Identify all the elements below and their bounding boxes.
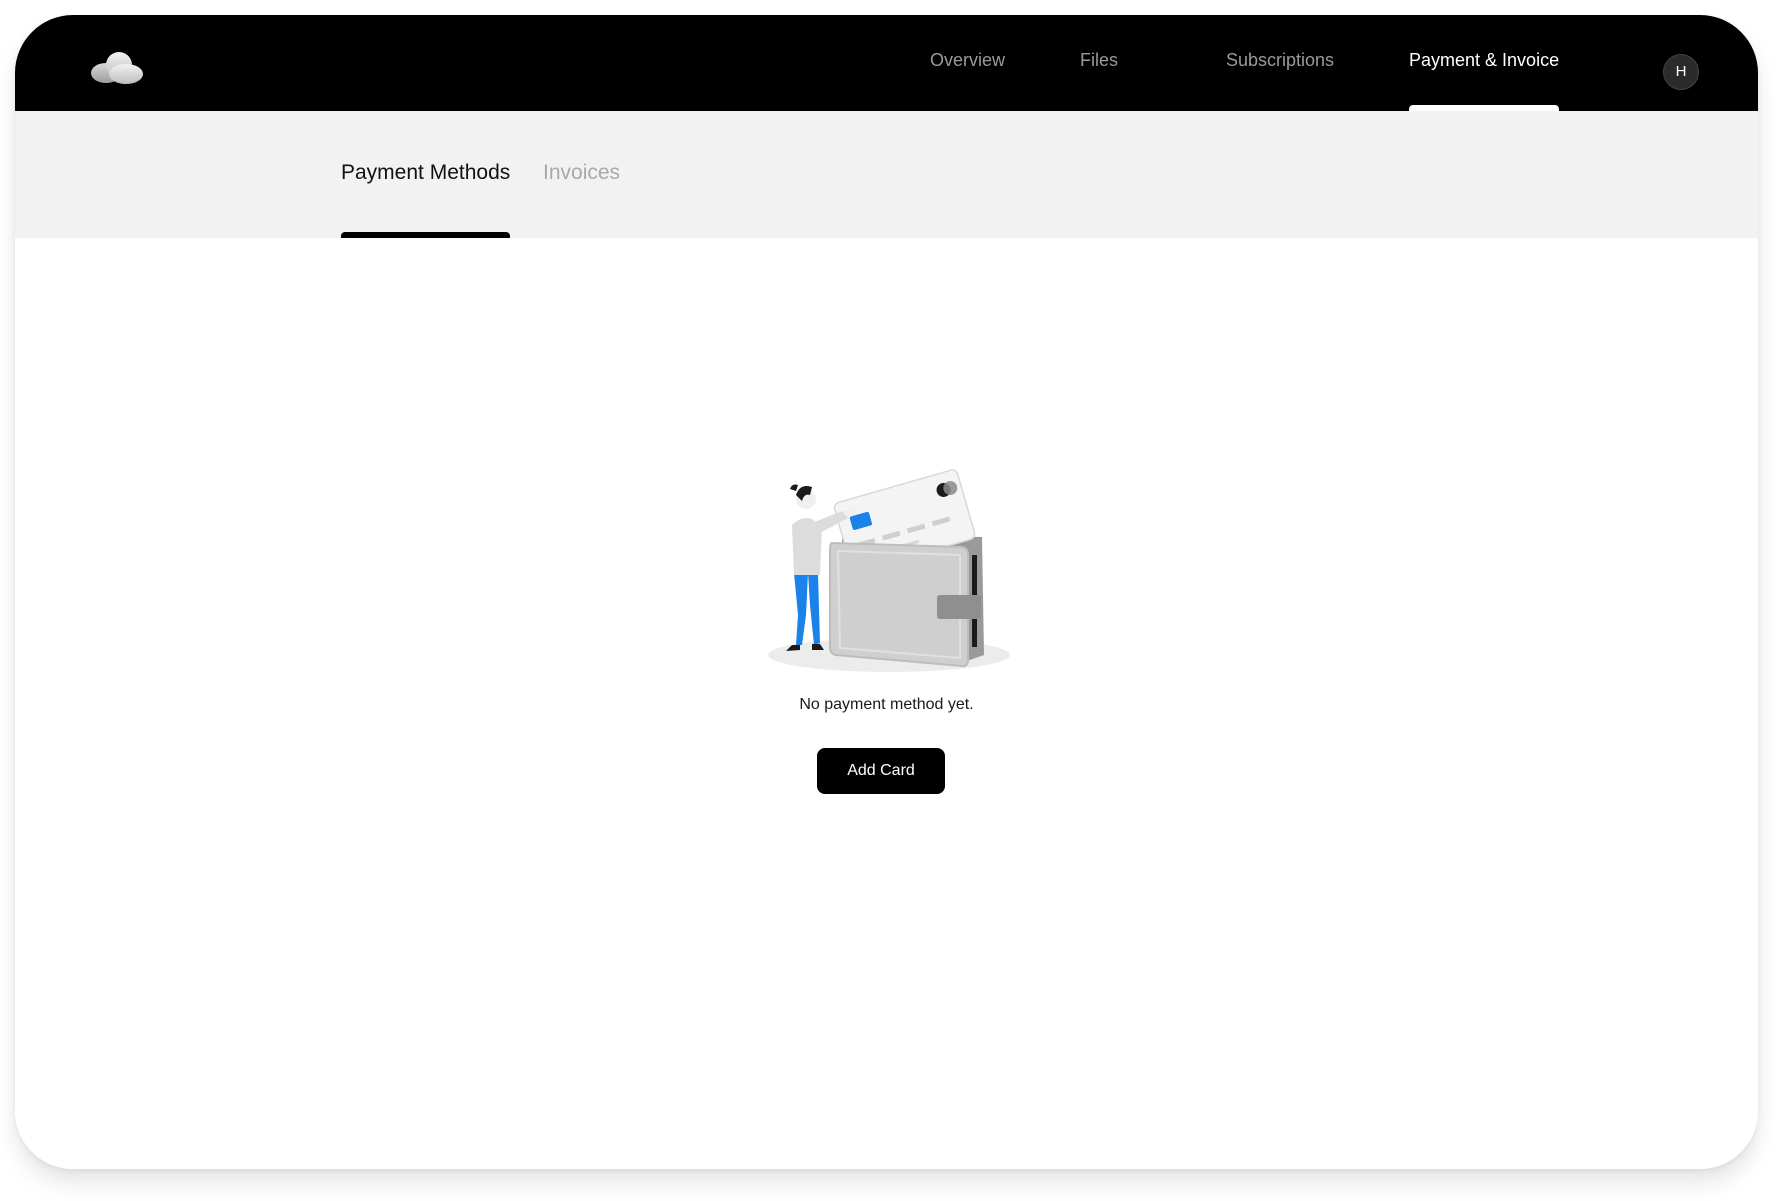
sub-navigation-bar: Payment Methods Invoices [15, 111, 1758, 238]
tab-payment-methods-label: Payment Methods [341, 161, 511, 184]
nav-overview[interactable]: Overview [930, 15, 1005, 111]
tab-invoices[interactable]: Invoices [543, 161, 620, 238]
main-content: No payment method yet. Add Card [15, 238, 1758, 1169]
nav-payment-invoice[interactable]: Payment & Invoice [1409, 15, 1560, 111]
nav-subscriptions-label: Subscriptions [1226, 50, 1335, 70]
wallet-illustration [768, 469, 1010, 672]
app-window: Overview Files Subscriptions Payment & I… [15, 15, 1758, 1169]
nav-files[interactable]: Files [1080, 15, 1118, 111]
nav-subscriptions[interactable]: Subscriptions [1226, 15, 1334, 111]
nav-payment-invoice-label: Payment & Invoice [1409, 50, 1560, 70]
tab-payment-methods[interactable]: Payment Methods [341, 161, 511, 238]
avatar-initial: H [1675, 63, 1687, 80]
avatar[interactable]: H [1663, 54, 1699, 90]
cloud-icon[interactable] [86, 49, 146, 85]
empty-state-message: No payment method yet. [799, 696, 974, 713]
add-card-button[interactable]: Add Card [817, 748, 945, 794]
nav-files-label: Files [1080, 50, 1119, 70]
tab-invoices-label: Invoices [543, 161, 621, 184]
add-card-button-label: Add Card [847, 762, 915, 779]
top-navigation-bar: Overview Files Subscriptions Payment & I… [15, 15, 1758, 111]
nav-overview-label: Overview [930, 50, 1006, 70]
